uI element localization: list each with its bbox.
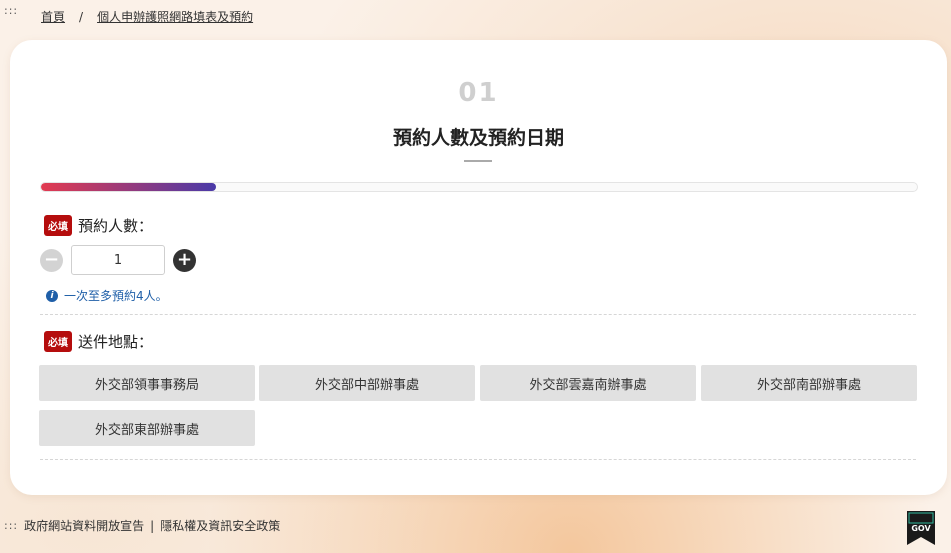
location-option[interactable]: 外交部南部辦事處 [701, 365, 917, 401]
people-count-hint: i 一次至多預約4人。 [46, 287, 168, 304]
title-underline [464, 160, 492, 162]
decrement-button[interactable]: − [40, 248, 63, 272]
step-number: 01 [458, 78, 499, 108]
plus-icon: + [176, 249, 193, 270]
step-title: 預約人數及預約日期 [392, 127, 564, 149]
minus-icon: − [43, 249, 60, 270]
gov-badge-text: GOV [911, 524, 931, 533]
location-label: 送件地點： [78, 333, 154, 351]
privacy-link[interactable]: 隱私權及資訊安全政策 [160, 517, 280, 534]
open-data-link[interactable]: 政府網站資料開放宣告 [24, 517, 144, 534]
form-card: 01 預約人數及預約日期 必填 預約人數： − + i 一次至多預約4人。 必填… [10, 40, 947, 495]
increment-button[interactable]: + [173, 248, 196, 272]
location-option[interactable]: 外交部雲嘉南辦事處 [480, 365, 696, 401]
footer-divider: | [150, 518, 155, 533]
breadcrumb-home-link[interactable]: 首頁 [41, 8, 65, 25]
people-count-stepper: − + [40, 245, 196, 275]
location-label-row: 必填 送件地點： [44, 331, 153, 352]
info-icon: i [46, 289, 58, 302]
location-option[interactable]: 外交部東部辦事處 [39, 410, 255, 446]
people-count-input[interactable] [71, 245, 165, 275]
gov-badge-icon[interactable]: GOV [905, 511, 937, 545]
people-count-label-row: 必填 預約人數： [44, 215, 153, 236]
breadcrumb-separator: / [79, 9, 84, 24]
progress-fill [41, 183, 217, 191]
people-count-label: 預約人數： [78, 217, 154, 235]
people-count-hint-text: 一次至多預約4人。 [64, 289, 168, 303]
breadcrumb: 首頁 / 個人申辦護照網路填表及預約 [41, 8, 253, 25]
location-option[interactable]: 外交部中部辦事處 [259, 365, 475, 401]
section-divider [40, 314, 916, 315]
required-badge: 必填 [44, 215, 72, 236]
location-option[interactable]: 外交部領事事務局 [39, 365, 255, 401]
progress-bar [40, 182, 918, 192]
accesskey-top[interactable]: ::: [4, 4, 18, 17]
accesskey-bottom[interactable]: ::: [4, 519, 18, 532]
section-divider [40, 459, 916, 460]
required-badge: 必填 [44, 331, 72, 352]
footer: ::: 政府網站資料開放宣告 | 隱私權及資訊安全政策 [4, 517, 280, 534]
breadcrumb-current-link[interactable]: 個人申辦護照網路填表及預約 [97, 8, 253, 25]
